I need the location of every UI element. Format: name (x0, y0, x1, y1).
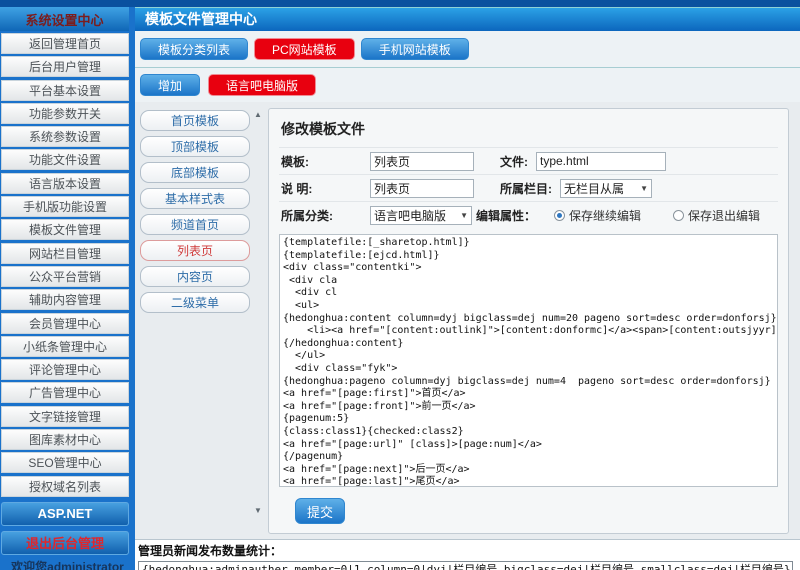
radio-icon (554, 210, 565, 221)
chevron-down-icon: ▼ (640, 184, 648, 193)
sidebar-item[interactable]: 广告管理中心 (1, 382, 129, 403)
form-title: 修改模板文件 (279, 115, 778, 147)
sidebar-item[interactable]: 小纸条管理中心 (1, 336, 129, 357)
sidebar-item[interactable]: 功能参数开关 (1, 103, 129, 124)
left-sidebar: 系统设置中心 返回管理首页后台用户管理平台基本设置功能参数开关系统参数设置功能文… (0, 7, 135, 570)
footer-stats: 管理员新闻发布数量统计： {hedonghua:adminauther memb… (135, 539, 800, 570)
file-label: 文件: (500, 153, 528, 170)
category-select-value: 语言吧电脑版 (374, 207, 446, 224)
menu-scroll-down-icon[interactable]: ▼ (254, 506, 262, 515)
menu-scroll-up-icon[interactable]: ▲ (254, 110, 262, 119)
template-label: 模板: (279, 153, 370, 170)
edit-attr-label: 编辑属性： (476, 207, 536, 224)
stats-label: 管理员新闻发布数量统计： (138, 542, 795, 559)
edit-attr-radio[interactable]: 保存继续编辑 (554, 207, 641, 224)
sidebar-item[interactable]: 图库素材中心 (1, 429, 129, 450)
stats-code-input[interactable]: {hedonghua:adminauther member=0|1 column… (138, 561, 793, 570)
radio-label: 保存退出编辑 (688, 207, 760, 224)
sidebar-item[interactable]: 手机版功能设置 (1, 196, 129, 217)
sidebar-header: 系统设置中心 (0, 7, 129, 31)
desc-input[interactable] (370, 179, 474, 198)
file-input[interactable] (536, 152, 666, 171)
sidebar-item[interactable]: 系统参数设置 (1, 126, 129, 147)
edit-template-panel: 修改模板文件 模板: 文件: 说 明: 所属栏目: 无栏目从属 ▼ (268, 108, 789, 534)
column-select[interactable]: 无栏目从属 ▼ (560, 179, 652, 198)
aspnet-button[interactable]: ASP.NET (1, 502, 129, 526)
template-menu-item[interactable]: 列表页 (140, 240, 250, 261)
submit-button[interactable]: 提交 (295, 498, 345, 524)
tabs-row: 模板分类列表 PC网站模板手机网站模板 (135, 31, 800, 68)
page-title: 模板文件管理中心 (135, 7, 800, 31)
welcome-text: 欢迎您administrator (0, 558, 135, 570)
sidebar-item[interactable]: 后台用户管理 (1, 56, 129, 77)
template-menu-item[interactable]: 内容页 (140, 266, 250, 287)
logout-button[interactable]: 退出后台管理 (1, 531, 129, 555)
page: 系统设置中心 返回管理首页后台用户管理平台基本设置功能参数开关系统参数设置功能文… (0, 0, 800, 570)
sidebar-item[interactable]: 会员管理中心 (1, 313, 129, 334)
radio-icon (673, 210, 684, 221)
sidebar-item[interactable]: 功能文件设置 (1, 149, 129, 170)
sidebar-item[interactable]: 平台基本设置 (1, 80, 129, 101)
tab-button[interactable]: PC网站模板 (254, 38, 355, 60)
template-menu-item[interactable]: 频道首页 (140, 214, 250, 235)
column-label: 所属栏目: (500, 180, 552, 197)
edit-attr-options: 保存继续编辑 保存退出编辑 (542, 207, 760, 224)
edit-attr-radio[interactable]: 保存退出编辑 (673, 207, 760, 224)
sidebar-item[interactable]: 返回管理首页 (1, 33, 129, 54)
tab-button[interactable]: 模板分类列表 (140, 38, 248, 60)
form-row-category-attr: 所属分类: 语言吧电脑版 ▼ 编辑属性： 保存继续编辑 保存退出编辑 (279, 201, 778, 228)
sidebar-item[interactable]: SEO管理中心 (1, 452, 129, 473)
toolbar-button[interactable]: 增加 (140, 74, 200, 96)
sidebar-item[interactable]: 文字链接管理 (1, 406, 129, 427)
template-menu-item[interactable]: 底部模板 (140, 162, 250, 183)
form-row-desc-column: 说 明: 所属栏目: 无栏目从属 ▼ (279, 174, 778, 201)
template-menu-item[interactable]: 二级菜单 (140, 292, 250, 313)
sidebar-item[interactable]: 网站栏目管理 (1, 243, 129, 264)
toolbar-row: 增加语言吧电脑版 (135, 68, 800, 102)
sidebar-item[interactable]: 授权域名列表 (1, 476, 129, 497)
sidebar-item[interactable]: 语言版本设置 (1, 173, 129, 194)
top-strip (0, 0, 800, 7)
toolbar-button[interactable]: 语言吧电脑版 (208, 74, 316, 96)
template-menu-item[interactable]: 首页模板 (140, 110, 250, 131)
template-code-editor[interactable]: {templatefile:[_sharetop.html]} {templat… (279, 234, 778, 487)
sidebar-item[interactable]: 辅助内容管理 (1, 289, 129, 310)
sidebar-item[interactable]: 评论管理中心 (1, 359, 129, 380)
chevron-down-icon: ▼ (460, 211, 468, 220)
desc-label: 说 明: (279, 180, 370, 197)
form-row-template-file: 模板: 文件: (279, 147, 778, 174)
template-menu-item[interactable]: 基本样式表 (140, 188, 250, 209)
column-select-value: 无栏目从属 (564, 180, 624, 197)
sidebar-item[interactable]: 公众平台营销 (1, 266, 129, 287)
category-label: 所属分类: (279, 207, 370, 224)
template-menu-item[interactable]: 顶部模板 (140, 136, 250, 157)
content-area: 首页模板顶部模板底部模板基本样式表频道首页列表页内容页二级菜单 ▲ ▼ 修改模板… (135, 102, 800, 539)
sidebar-items: 返回管理首页后台用户管理平台基本设置功能参数开关系统参数设置功能文件设置语言版本… (0, 33, 135, 497)
template-menu: 首页模板顶部模板底部模板基本样式表频道首页列表页内容页二级菜单 (140, 110, 250, 318)
radio-label: 保存继续编辑 (569, 207, 641, 224)
main-area: 模板文件管理中心 模板分类列表PC网站模板手机网站模板 增加语言吧电脑版 首页模… (135, 7, 800, 570)
template-input[interactable] (370, 152, 474, 171)
sidebar-item[interactable]: 模板文件管理 (1, 219, 129, 240)
category-select[interactable]: 语言吧电脑版 ▼ (370, 206, 472, 225)
tab-button[interactable]: 手机网站模板 (361, 38, 469, 60)
